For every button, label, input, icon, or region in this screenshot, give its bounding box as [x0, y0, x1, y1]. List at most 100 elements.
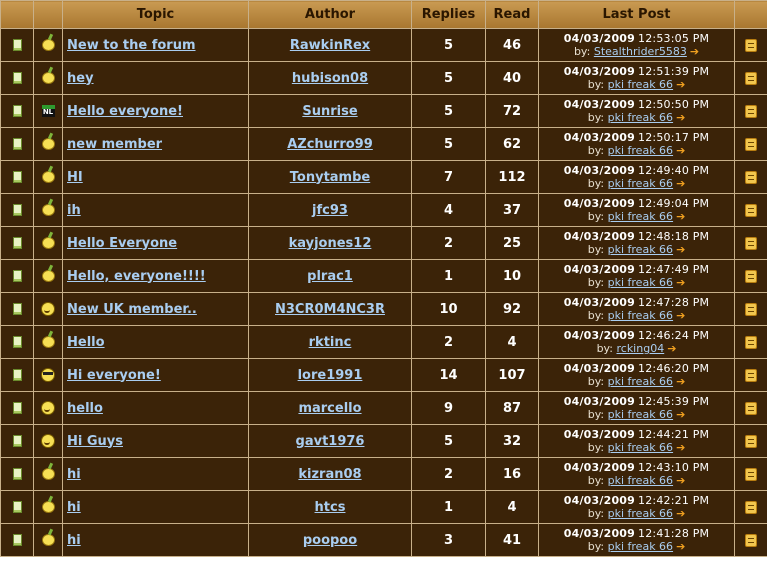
- author-link[interactable]: poopoo: [303, 533, 357, 548]
- replies-count: 2: [411, 325, 486, 359]
- author-link[interactable]: hubison08: [292, 71, 368, 86]
- last-post-user-link[interactable]: pki freak 66: [608, 309, 673, 322]
- author-link[interactable]: marcello: [298, 401, 361, 416]
- last-post-user-link[interactable]: pki freak 66: [608, 78, 673, 91]
- go-to-last-post-arrow-icon[interactable]: ➔: [676, 474, 685, 487]
- last-post-by-prefix: by:: [587, 243, 605, 256]
- topic-link[interactable]: hi: [67, 467, 81, 482]
- author-link[interactable]: lore1991: [298, 368, 363, 383]
- go-to-last-post-arrow-icon[interactable]: ➔: [676, 243, 685, 256]
- topic-cell: New to the forum: [62, 28, 249, 62]
- author-link[interactable]: kizran08: [298, 467, 361, 482]
- author-link[interactable]: N3CR0M4NC3R: [275, 302, 385, 317]
- last-post-user-link[interactable]: pki freak 66: [608, 507, 673, 520]
- emote-cell: [33, 424, 63, 458]
- view-topic-icon[interactable]: [745, 335, 757, 349]
- view-topic-icon[interactable]: [745, 434, 757, 448]
- last-post-user-link[interactable]: pki freak 66: [608, 210, 673, 223]
- author-link[interactable]: jfc93: [312, 203, 348, 218]
- author-link[interactable]: RawkinRex: [290, 38, 370, 53]
- last-post-user-link[interactable]: pki freak 66: [608, 243, 673, 256]
- go-to-last-post-arrow-icon[interactable]: ➔: [676, 276, 685, 289]
- author-link[interactable]: gavt1976: [296, 434, 365, 449]
- view-topic-icon[interactable]: [745, 500, 757, 514]
- topic-link[interactable]: new member: [67, 137, 162, 152]
- go-to-last-post-arrow-icon[interactable]: ➔: [676, 210, 685, 223]
- last-post-user-link[interactable]: pki freak 66: [608, 276, 673, 289]
- topic-link[interactable]: HI: [67, 170, 83, 185]
- wave-emote-icon: [41, 501, 55, 513]
- last-post-user-link[interactable]: pki freak 66: [608, 177, 673, 190]
- table-row: Hi Guys gavt1976 5 32 04/03/2009 12:44:21…: [0, 424, 767, 458]
- read-count: 4: [485, 325, 539, 359]
- end-cell: [734, 358, 767, 392]
- view-topic-icon[interactable]: [745, 104, 757, 118]
- author-link[interactable]: AZchurro99: [287, 137, 373, 152]
- go-to-last-post-arrow-icon[interactable]: ➔: [676, 78, 685, 91]
- topic-link[interactable]: hi: [67, 500, 81, 515]
- view-topic-icon[interactable]: [745, 368, 757, 382]
- topic-link[interactable]: hey: [67, 71, 94, 86]
- topic-link[interactable]: Hello: [67, 335, 105, 350]
- go-to-last-post-arrow-icon[interactable]: ➔: [676, 177, 685, 190]
- go-to-last-post-arrow-icon[interactable]: ➔: [676, 375, 685, 388]
- go-to-last-post-arrow-icon[interactable]: ➔: [676, 507, 685, 520]
- last-post-by: by: pki freak 66 ➔: [540, 177, 734, 190]
- topic-link[interactable]: New to the forum: [67, 38, 196, 53]
- topic-link[interactable]: Hello, everyone!!!!: [67, 269, 206, 284]
- last-post-user-link[interactable]: pki freak 66: [608, 474, 673, 487]
- last-post-date: 04/03/2009: [563, 164, 636, 177]
- topic-status-icon: [12, 501, 22, 513]
- go-to-last-post-arrow-icon[interactable]: ➔: [676, 540, 685, 553]
- view-topic-icon[interactable]: [745, 203, 757, 217]
- author-cell: rktinc: [248, 325, 412, 359]
- author-link[interactable]: kayjones12: [289, 236, 372, 251]
- replies-count: 5: [411, 424, 486, 458]
- view-topic-icon[interactable]: [745, 38, 757, 52]
- author-link[interactable]: htcs: [315, 500, 346, 515]
- view-topic-icon[interactable]: [745, 467, 757, 481]
- topic-link[interactable]: New UK member..: [67, 302, 197, 317]
- go-to-last-post-arrow-icon[interactable]: ➔: [667, 342, 676, 355]
- last-post-user-link[interactable]: Stealthrider5583: [594, 45, 687, 58]
- last-post-user-link[interactable]: rcking04: [616, 342, 664, 355]
- last-post-user-link[interactable]: pki freak 66: [608, 441, 673, 454]
- view-topic-icon[interactable]: [745, 269, 757, 283]
- view-topic-icon[interactable]: [745, 401, 757, 415]
- replies-count: 4: [411, 193, 486, 227]
- author-link[interactable]: rktinc: [309, 335, 352, 350]
- topic-status-icon: [12, 369, 22, 381]
- topic-link[interactable]: hi: [67, 533, 81, 548]
- status-cell: [0, 457, 34, 491]
- topic-link[interactable]: Hello Everyone: [67, 236, 177, 251]
- last-post-user-link[interactable]: pki freak 66: [608, 111, 673, 124]
- view-topic-icon[interactable]: [745, 170, 757, 184]
- topic-link[interactable]: Hi everyone!: [67, 368, 161, 383]
- last-post-user-link[interactable]: pki freak 66: [608, 144, 673, 157]
- view-topic-icon[interactable]: [745, 137, 757, 151]
- author-link[interactable]: Tonytambe: [290, 170, 370, 185]
- read-count: 40: [485, 61, 539, 95]
- go-to-last-post-arrow-icon[interactable]: ➔: [676, 408, 685, 421]
- last-post-by: by: pki freak 66 ➔: [540, 243, 734, 256]
- view-topic-icon[interactable]: [745, 302, 757, 316]
- last-post-time: 12:47:49 PM: [638, 263, 710, 276]
- view-topic-icon[interactable]: [745, 236, 757, 250]
- topic-link[interactable]: Hello everyone!: [67, 104, 183, 119]
- view-topic-icon[interactable]: [745, 71, 757, 85]
- go-to-last-post-arrow-icon[interactable]: ➔: [676, 111, 685, 124]
- go-to-last-post-arrow-icon[interactable]: ➔: [676, 144, 685, 157]
- go-to-last-post-arrow-icon[interactable]: ➔: [690, 45, 699, 58]
- author-link[interactable]: Sunrise: [302, 104, 357, 119]
- author-link[interactable]: plrac1: [307, 269, 353, 284]
- topic-link[interactable]: ih: [67, 203, 81, 218]
- go-to-last-post-arrow-icon[interactable]: ➔: [676, 309, 685, 322]
- author-cell: gavt1976: [248, 424, 412, 458]
- go-to-last-post-arrow-icon[interactable]: ➔: [676, 441, 685, 454]
- view-topic-icon[interactable]: [745, 533, 757, 547]
- last-post-user-link[interactable]: pki freak 66: [608, 375, 673, 388]
- last-post-user-link[interactable]: pki freak 66: [608, 408, 673, 421]
- last-post-user-link[interactable]: pki freak 66: [608, 540, 673, 553]
- topic-link[interactable]: hello: [67, 401, 103, 416]
- topic-link[interactable]: Hi Guys: [67, 434, 123, 449]
